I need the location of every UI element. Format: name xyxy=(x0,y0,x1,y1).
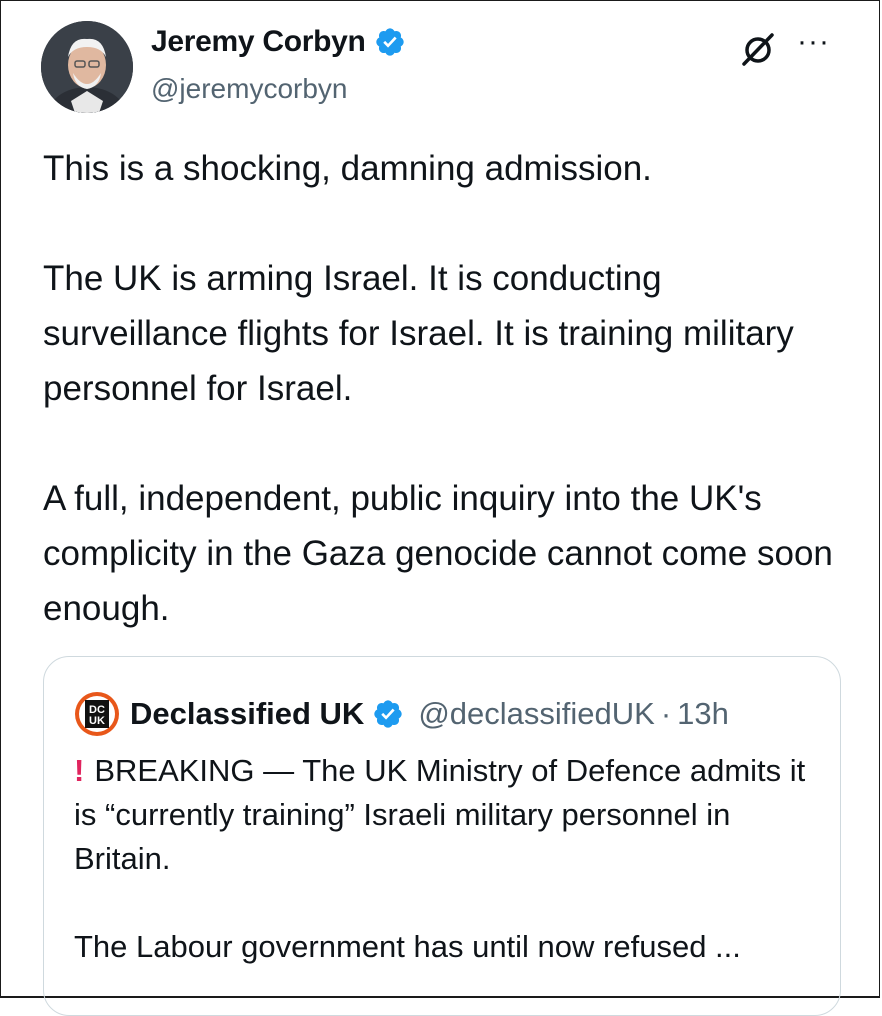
more-options-icon[interactable]: ··· xyxy=(797,27,830,57)
quoted-tweet-body: ! BREAKING — The UK Ministry of Defence a… xyxy=(74,749,814,1013)
author-name-row[interactable]: Jeremy Corbyn xyxy=(151,25,406,59)
declassified-logo[interactable]: DC UK xyxy=(74,691,120,737)
quoted-timestamp[interactable]: 13h xyxy=(677,696,729,732)
quoted-tweet-card[interactable]: DC UK Declassified UK @declassifiedUK · … xyxy=(43,656,841,1016)
tweet-text: This is a shocking, damning admission. T… xyxy=(43,141,843,636)
tweet-paragraph: This is a shocking, damning admission. xyxy=(43,149,652,188)
author-avatar[interactable] xyxy=(41,21,133,113)
quoted-paragraph: ! BREAKING — The UK Ministry of Defence a… xyxy=(74,749,814,881)
tweet-paragraph: The UK is arming Israel. It is conductin… xyxy=(43,259,794,408)
verified-badge-icon xyxy=(374,26,406,58)
author-handle[interactable]: @jeremycorbyn xyxy=(151,73,347,105)
post-frame: Jeremy Corbyn @jeremycorbyn ··· This is … xyxy=(0,0,880,1016)
exclamation-icon: ! xyxy=(74,753,85,788)
tweet-paragraph: A full, independent, public inquiry into… xyxy=(43,479,833,628)
quoted-tweet-header: DC UK Declassified UK @declassifiedUK · … xyxy=(74,691,729,737)
verified-badge-icon xyxy=(372,698,404,730)
quoted-text: BREAKING — The UK Ministry of Defence ad… xyxy=(74,753,806,876)
author-name[interactable]: Jeremy Corbyn xyxy=(151,25,366,59)
separator-dot: · xyxy=(660,696,672,731)
grok-icon[interactable] xyxy=(738,31,778,67)
quoted-author-handle[interactable]: @declassifiedUK xyxy=(418,696,655,732)
svg-text:UK: UK xyxy=(89,715,105,727)
quoted-paragraph: The Labour government has until now refu… xyxy=(74,929,741,964)
quoted-author-name[interactable]: Declassified UK xyxy=(130,696,364,732)
